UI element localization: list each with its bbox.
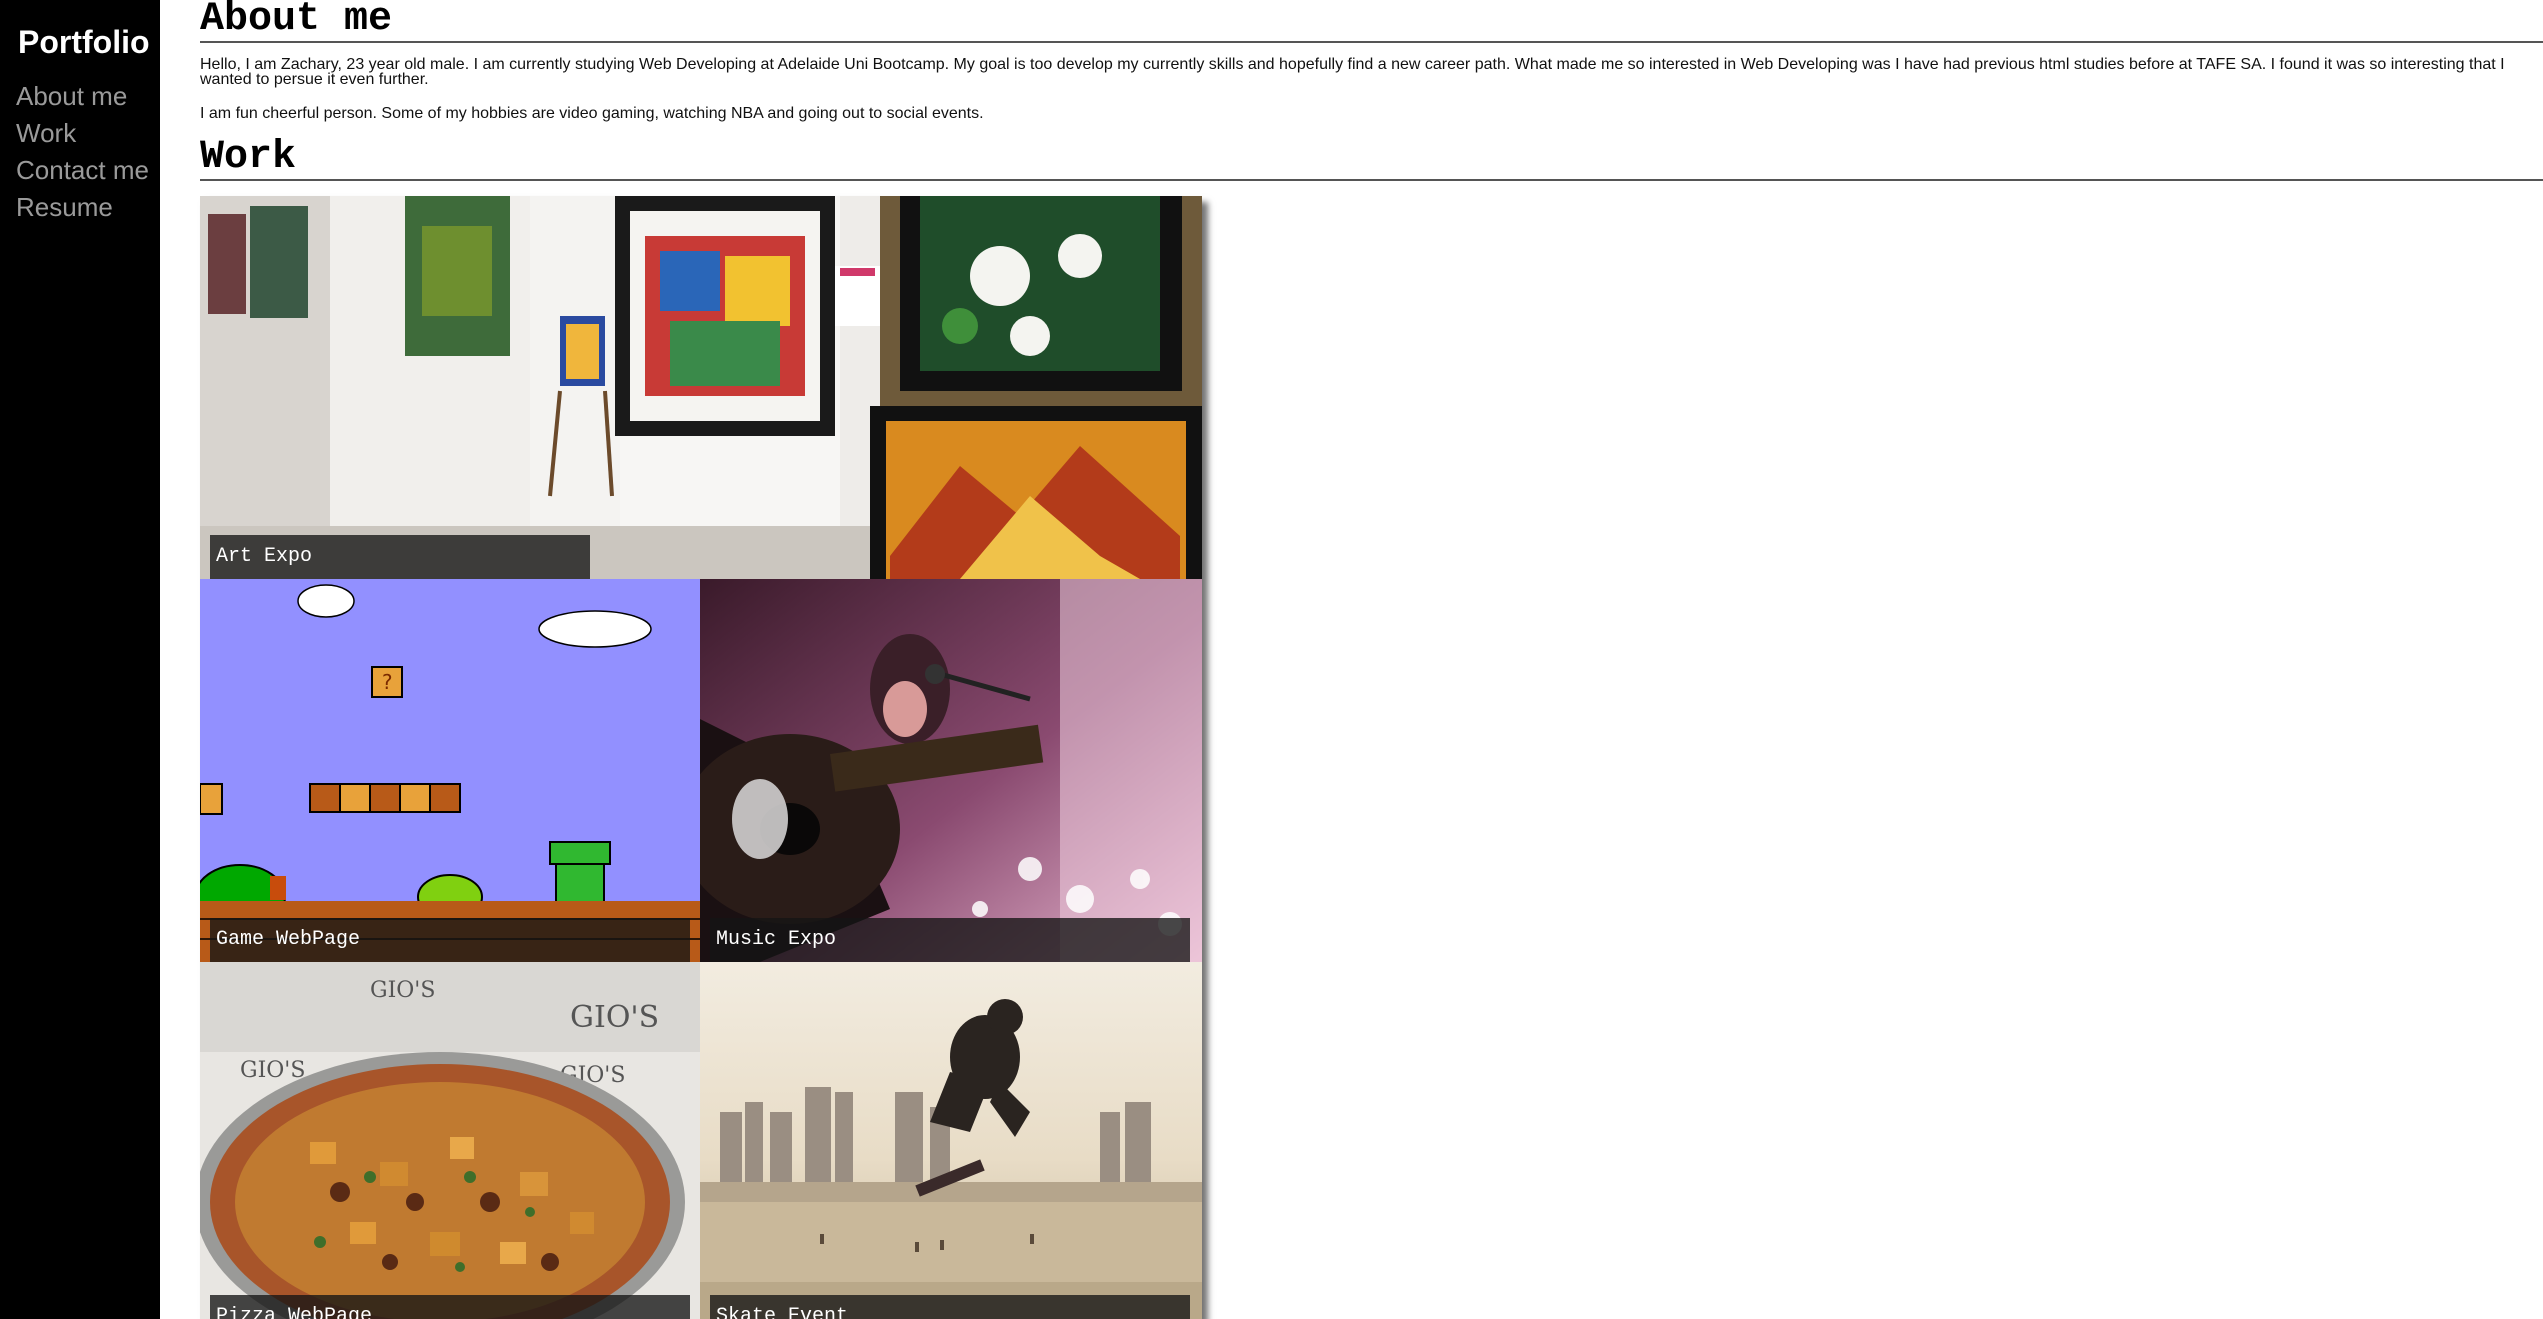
project-tile-game-webpage[interactable]: ? Game WebPage [200, 579, 700, 962]
svg-text:GIO'S: GIO'S [570, 1000, 659, 1035]
svg-text:GIO'S: GIO'S [240, 1058, 305, 1083]
project-tile-skate-event[interactable]: Skate Event [700, 962, 1202, 1319]
nav-link-resume[interactable]: Resume [16, 189, 113, 226]
project-caption-music-expo: Music Expo [710, 918, 1190, 962]
pizza-image: GIO'S GIO'S GIO'S GIO'S [200, 962, 700, 1319]
about-paragraph-2: I am fun cheerful person. Some of my hob… [200, 105, 984, 122]
brand-title: Portfolio [18, 24, 150, 60]
project-tile-art-expo[interactable]: Art Expo [200, 196, 1202, 579]
project-tile-pizza-webpage[interactable]: GIO'S GIO'S GIO'S GIO'S Pizza WebPage [200, 962, 700, 1319]
about-paragraph-1: Hello, I am Zachary, 23 year old male. I… [200, 56, 2505, 88]
sidebar-nav: About me Work Contact me Resume [16, 78, 149, 226]
svg-text:GIO'S: GIO'S [370, 978, 435, 1003]
nav-link-work[interactable]: Work [16, 115, 76, 152]
sidebar: Portfolio About me Work Contact me Resum… [0, 0, 160, 1319]
work-gallery: Art Expo ? Game WebPage Music Expo GIO'S… [200, 196, 1202, 1319]
nav-item-contact: Contact me [16, 152, 149, 189]
guitar-singer-image [700, 579, 1202, 962]
skateboarder-image [700, 962, 1202, 1319]
project-caption-pizza-webpage: Pizza WebPage [210, 1295, 690, 1319]
about-heading: About me [200, 0, 2543, 43]
project-tile-music-expo[interactable]: Music Expo [700, 579, 1202, 962]
project-caption-art-expo: Art Expo [210, 535, 590, 579]
art-gallery-image [200, 196, 1202, 579]
nav-item-about: About me [16, 78, 149, 115]
project-caption-skate-event: Skate Event [710, 1295, 1190, 1319]
work-heading: Work [200, 138, 2543, 181]
nav-link-about-me[interactable]: About me [16, 78, 127, 115]
nav-link-contact-me[interactable]: Contact me [16, 152, 149, 189]
svg-text:?: ? [381, 670, 393, 694]
nav-item-work: Work [16, 115, 149, 152]
nav-item-resume: Resume [16, 189, 149, 226]
project-caption-game-webpage: Game WebPage [210, 918, 690, 962]
mario-level-image: ? [200, 579, 700, 962]
